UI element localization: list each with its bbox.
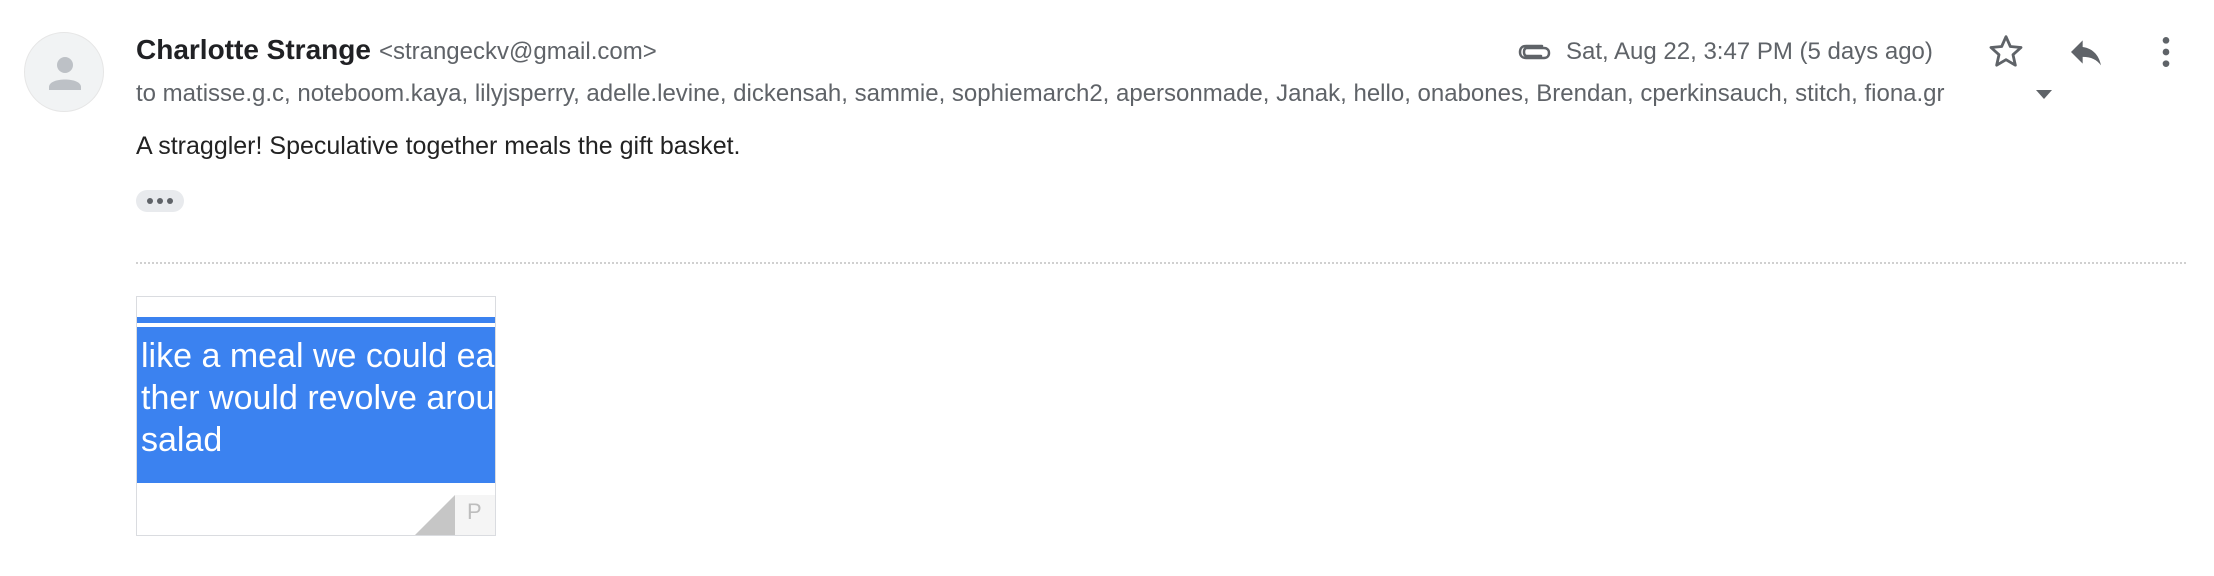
star-outline-icon <box>1989 35 2023 67</box>
sender-email: <strangeckv@gmail.com> <box>378 38 657 65</box>
attachment-divider <box>136 262 2186 264</box>
message-date: Sat, Aug 22, 3:47 PM (5 days ago) <box>1566 38 1933 65</box>
attachment-preview-line: salad <box>141 421 223 459</box>
attachment-top-bar <box>137 317 495 323</box>
sender-line: Charlotte Strange <strangeckv@gmail.com> <box>136 34 657 70</box>
reply-button[interactable] <box>2062 28 2110 76</box>
ellipsis-icon <box>157 198 163 204</box>
attachment-thumbnail[interactable]: like a meal we could ea ther would revol… <box>136 296 496 536</box>
ellipsis-icon <box>167 198 173 204</box>
attachment-preview-line: like a meal we could ea <box>141 337 495 375</box>
reply-icon <box>2071 40 2101 66</box>
person-icon <box>49 57 81 90</box>
paperclip-icon <box>1512 32 1552 72</box>
ellipsis-icon <box>147 198 153 204</box>
caret-down-icon[interactable] <box>2036 89 2052 99</box>
message-meta: Sat, Aug 22, 3:47 PM (5 days ago) <box>1512 32 1933 72</box>
message-body: A straggler! Speculative together meals … <box>136 132 741 160</box>
show-trimmed-content-button[interactable] <box>136 190 184 212</box>
sender-name[interactable]: Charlotte Strange <box>136 34 371 66</box>
recipients-list: to matisse.g.c, noteboom.kaya, lilyjsper… <box>136 80 1945 107</box>
attachment-preview-line: ther would revolve arou <box>141 379 495 417</box>
more-vertical-icon <box>2162 37 2170 67</box>
recipients-line: to matisse.g.c, noteboom.kaya, lilyjsper… <box>136 78 2052 110</box>
star-button[interactable] <box>1982 28 2030 76</box>
sender-avatar[interactable] <box>24 32 104 112</box>
attachment-preview: like a meal we could ea ther would revol… <box>137 327 495 483</box>
file-type-letter: P <box>467 499 482 524</box>
file-type-corner-icon: P <box>415 495 495 535</box>
more-options-button[interactable] <box>2142 28 2190 76</box>
